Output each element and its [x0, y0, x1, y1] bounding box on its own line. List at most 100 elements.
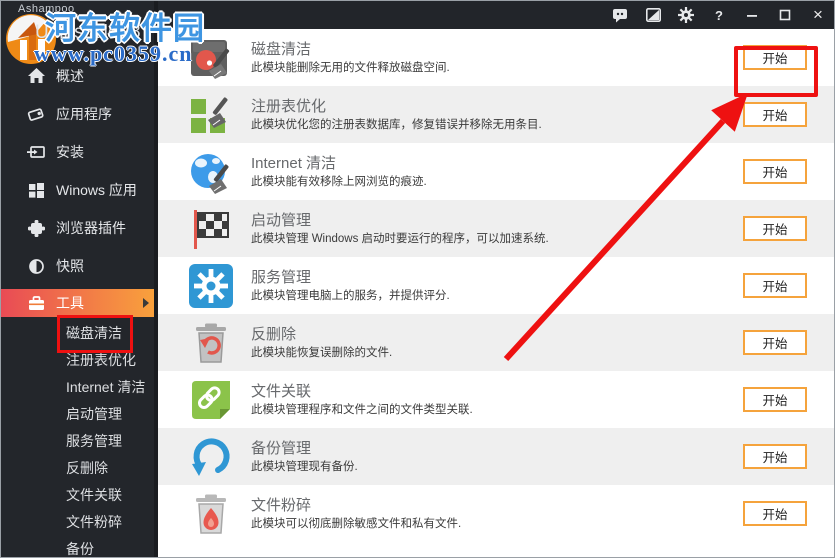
disk-cleaner-icon	[188, 35, 234, 81]
module-desc: 此模块能恢复误删除的文件.	[251, 346, 393, 359]
close-button[interactable]: ×	[810, 6, 826, 23]
module-row-services-manager: 服务管理 此模块管理电脑上的服务，并提供评分. 开始	[158, 257, 834, 314]
start-button-services-manager[interactable]: 开始	[743, 273, 807, 298]
module-title: Internet 清洁	[251, 154, 337, 172]
module-desc: 此模块优化您的注册表数据库，修复错误并移除无用条目.	[251, 118, 542, 131]
start-button-backup-manager[interactable]: 开始	[743, 444, 807, 469]
brand-product: Uninstaller 8	[35, 22, 141, 43]
subitem-label: 服务管理	[66, 432, 122, 449]
subitem-label: 磁盘清洁	[66, 324, 122, 341]
subitem-label: 文件粉碎	[66, 513, 122, 530]
settings-gear-icon[interactable]	[678, 7, 694, 23]
subitem-label: 反删除	[66, 459, 108, 476]
module-title: 启动管理	[251, 211, 312, 229]
module-title: 注册表优化	[251, 97, 327, 115]
start-button-file-shredder[interactable]: 开始	[743, 501, 807, 526]
module-row-file-shredder: 文件粉碎 此模块可以彻底删除敏感文件和私有文件. 开始	[158, 485, 834, 542]
services-gear-icon	[188, 263, 234, 309]
subitem-file-association[interactable]: 文件关联	[1, 481, 154, 508]
subitem-file-shredder[interactable]: 文件粉碎	[1, 508, 154, 535]
start-button-startup-manager[interactable]: 开始	[743, 216, 807, 241]
sidebar-item-label: 工具	[56, 295, 84, 311]
file-shredder-icon	[188, 491, 234, 537]
module-row-registry-optimizer: 注册表优化 此模块优化您的注册表数据库，修复错误并移除无用条目. 开始	[158, 86, 834, 143]
module-row-disk-cleaner: 磁盘清洁 此模块能删除无用的文件释放磁盘空间. 开始	[158, 29, 834, 86]
module-row-startup-manager: 启动管理 此模块管理 Windows 启动时要运行的程序，可以加速系统. 开始	[158, 200, 834, 257]
module-title: 反删除	[251, 325, 297, 343]
module-list: 磁盘清洁 此模块能删除无用的文件释放磁盘空间. 开始 注册表优化 此模块优化您的…	[158, 29, 834, 557]
news-icon[interactable]	[645, 7, 661, 23]
subitem-backup[interactable]: 备份	[1, 535, 154, 557]
feedback-icon[interactable]	[612, 7, 628, 23]
help-icon[interactable]: ?	[711, 7, 727, 23]
sidebar-item-label: 应用程序	[56, 106, 112, 122]
start-button-file-association[interactable]: 开始	[743, 387, 807, 412]
sidebar-item-label: 安装	[56, 144, 84, 160]
tools-submenu: 磁盘清洁 注册表优化 Internet 清洁 启动管理 服务管理 反删除 文件关…	[1, 319, 154, 557]
windows-grid-icon	[27, 181, 45, 199]
subitem-label: Internet 清洁	[66, 378, 146, 395]
module-row-undelete: 反删除 此模块能恢复误删除的文件. 开始	[158, 314, 834, 371]
module-desc: 此模块能有效移除上网浏览的痕迹.	[251, 175, 427, 188]
module-title: 磁盘清洁	[251, 40, 312, 58]
sidebar-item-windows-apps[interactable]: Winows 应用	[1, 171, 154, 209]
subitem-label: 备份	[66, 540, 94, 557]
sidebar-item-overview[interactable]: 概述	[1, 57, 154, 95]
subitem-registry-optimizer[interactable]: 注册表优化	[1, 346, 154, 373]
submenu-caret-icon	[143, 298, 149, 308]
internet-cleaner-icon	[188, 149, 234, 195]
module-row-backup-manager: 备份管理 此模块管理现有备份. 开始	[158, 428, 834, 485]
undelete-icon	[188, 320, 234, 366]
module-title: 文件关联	[251, 382, 312, 400]
app-window: ? × Ashampoo Uninstaller 8 概述 应用程序 安装 Wi…	[0, 0, 835, 558]
install-icon	[27, 143, 45, 161]
start-button-registry-optimizer[interactable]: 开始	[743, 102, 807, 127]
subitem-startup-manager[interactable]: 启动管理	[1, 400, 154, 427]
subitem-label: 启动管理	[66, 405, 122, 422]
subitem-services-manager[interactable]: 服务管理	[1, 427, 154, 454]
module-desc: 此模块管理现有备份.	[251, 460, 358, 473]
minimize-button[interactable]	[744, 7, 760, 23]
sidebar-item-browser-plugins[interactable]: 浏览器插件	[1, 209, 154, 247]
module-row-file-association: 文件关联 此模块管理程序和文件之间的文件类型关联. 开始	[158, 371, 834, 428]
tag-icon	[27, 105, 45, 123]
backup-icon	[188, 434, 234, 480]
module-title: 文件粉碎	[251, 496, 312, 514]
subitem-disk-cleaner[interactable]: 磁盘清洁	[1, 319, 154, 346]
module-desc: 此模块能删除无用的文件释放磁盘空间.	[251, 61, 450, 74]
start-button-disk-cleaner[interactable]: 开始	[743, 45, 807, 70]
brand-area: Ashampoo Uninstaller 8	[1, 1, 154, 64]
brand-company: Ashampoo	[18, 3, 75, 15]
module-desc: 此模块管理 Windows 启动时要运行的程序，可以加速系统.	[251, 232, 549, 245]
home-icon	[27, 67, 45, 85]
sidebar-item-applications[interactable]: 应用程序	[1, 95, 154, 133]
sidebar: Ashampoo Uninstaller 8 概述 应用程序 安装 Winows…	[1, 1, 158, 557]
snapshot-eye-icon	[27, 257, 45, 275]
toolbox-icon	[27, 294, 45, 312]
subitem-label: 注册表优化	[66, 351, 136, 368]
subitem-label: 文件关联	[66, 486, 122, 503]
module-desc: 此模块管理程序和文件之间的文件类型关联.	[251, 403, 473, 416]
start-button-internet-cleaner[interactable]: 开始	[743, 159, 807, 184]
registry-optimizer-icon	[188, 92, 234, 138]
plugin-icon	[27, 219, 45, 237]
startup-flag-icon	[188, 206, 234, 252]
module-desc: 此模块可以彻底删除敏感文件和私有文件.	[251, 517, 462, 530]
sidebar-item-label: 概述	[56, 68, 84, 84]
start-button-undelete[interactable]: 开始	[743, 330, 807, 355]
sidebar-item-snapshots[interactable]: 快照	[1, 247, 154, 285]
module-title: 备份管理	[251, 439, 312, 457]
subitem-internet-cleaner[interactable]: Internet 清洁	[1, 373, 154, 400]
maximize-button[interactable]	[777, 7, 793, 23]
module-row-internet-cleaner: Internet 清洁 此模块能有效移除上网浏览的痕迹. 开始	[158, 143, 834, 200]
sidebar-item-label: Winows 应用	[56, 182, 137, 198]
sidebar-item-tools[interactable]: 工具	[1, 289, 154, 317]
module-desc: 此模块管理电脑上的服务，并提供评分.	[251, 289, 450, 302]
module-title: 服务管理	[251, 268, 312, 286]
sidebar-nav: 概述 应用程序 安装 Winows 应用 浏览器插件 快照	[1, 57, 154, 285]
sidebar-item-label: 浏览器插件	[56, 220, 126, 236]
sidebar-item-installation[interactable]: 安装	[1, 133, 154, 171]
file-association-icon	[188, 377, 234, 423]
sidebar-item-label: 快照	[56, 258, 84, 274]
subitem-undelete[interactable]: 反删除	[1, 454, 154, 481]
